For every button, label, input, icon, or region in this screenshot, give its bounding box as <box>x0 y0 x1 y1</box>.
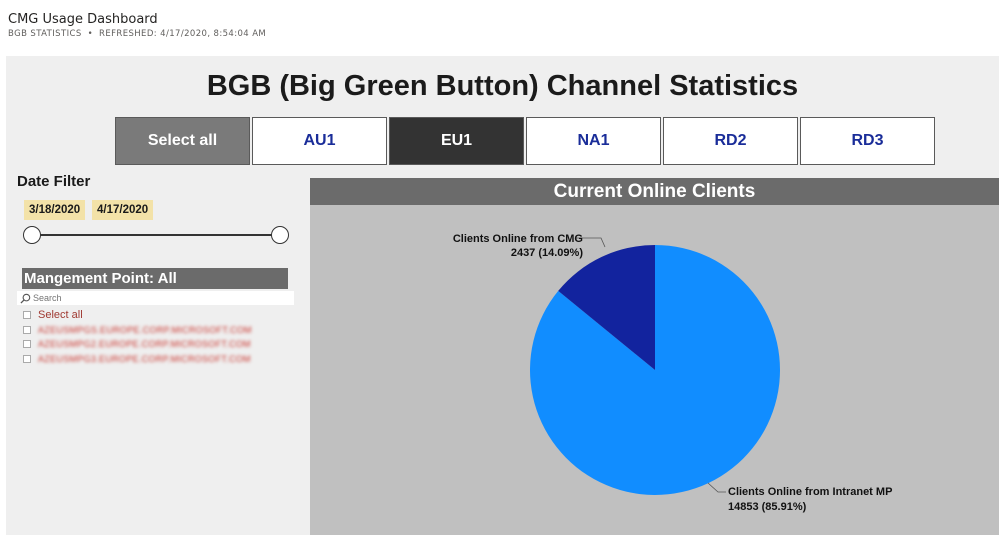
report-canvas: BGB (Big Green Button) Channel Statistic… <box>6 56 999 535</box>
list-item[interactable]: AZEUSMPGS.EUROPE.CORP.MICROSOFT.COM <box>23 323 252 338</box>
date-filter-title: Date Filter <box>17 173 91 190</box>
report-header: CMG Usage Dashboard BGB STATISTICS • REFRE… <box>0 0 999 56</box>
search-input[interactable] <box>33 293 273 303</box>
region-tabs: Select all AU1 EU1 NA1 RD2 RD3 <box>115 117 937 165</box>
tab-au1[interactable]: AU1 <box>252 117 387 165</box>
online-clients-chart-panel: Clients Online from CMG 2437 (14.09%) Cl… <box>310 178 999 535</box>
intranet-slice-label: Clients Online from Intranet MP <box>728 486 892 498</box>
mp-item-label: AZEUSMPGS.EUROPE.CORP.MICROSOFT.COM <box>38 324 252 335</box>
checkbox[interactable] <box>23 340 31 349</box>
cmg-slice-value: 2437 (14.09%) <box>511 247 583 259</box>
mp-item-label: AZEUSMPG2.EUROPE.CORP.MICROSOFT.COM <box>38 339 251 350</box>
app-title: CMG Usage Dashboard <box>8 12 158 27</box>
list-item[interactable]: AZEUSMPG2.EUROPE.CORP.MICROSOFT.COM <box>23 337 252 352</box>
report-subtitle: BGB STATISTICS • REFRESHED: 4/17/2020, 8:5… <box>8 29 266 39</box>
end-date-input[interactable]: 4/17/2020 <box>92 200 154 220</box>
chart-title: Current Online Clients <box>310 178 999 205</box>
mp-select-all[interactable]: Select all <box>23 308 252 323</box>
tab-rd2[interactable]: RD2 <box>663 117 798 165</box>
date-slider-track[interactable] <box>32 234 280 236</box>
section-name: BGB STATISTICS <box>8 29 82 39</box>
date-slider-end-handle[interactable] <box>271 226 289 244</box>
intranet-leader-line <box>707 482 726 493</box>
management-point-title: Mangement Point: All <box>22 268 288 289</box>
pie-chart: Clients Online from CMG 2437 (14.09%) Cl… <box>453 233 893 513</box>
checkbox[interactable] <box>23 311 31 320</box>
cmg-slice-label: Clients Online from CMG <box>453 233 583 245</box>
list-item[interactable]: AZEUSMPG3.EUROPE.CORP.MICROSOFT.COM <box>23 352 252 367</box>
intranet-slice-value: 14853 (85.91%) <box>728 501 807 513</box>
management-point-list: Select all AZEUSMPGS.EUROPE.CORP.MICROSO… <box>23 308 252 366</box>
mp-item-label: AZEUSMPG3.EUROPE.CORP.MICROSOFT.COM <box>38 353 251 364</box>
management-point-search[interactable] <box>17 291 294 305</box>
dashboard-title: BGB (Big Green Button) Channel Statistic… <box>206 70 799 102</box>
refreshed-timestamp: REFRESHED: 4/17/2020, 8:54:04 AM <box>99 29 267 39</box>
date-slider-start-handle[interactable] <box>23 226 41 244</box>
tab-eu1[interactable]: EU1 <box>389 117 524 165</box>
tab-na1[interactable]: NA1 <box>526 117 661 165</box>
checkbox[interactable] <box>23 325 31 334</box>
start-date-input[interactable]: 3/18/2020 <box>24 200 86 220</box>
tab-select-all[interactable]: Select all <box>115 117 250 165</box>
search-icon <box>20 293 31 304</box>
mp-select-all-label: Select all <box>38 309 83 322</box>
tab-rd3[interactable]: RD3 <box>800 117 935 165</box>
checkbox[interactable] <box>23 354 31 363</box>
subtitle-separator: • <box>87 29 94 39</box>
